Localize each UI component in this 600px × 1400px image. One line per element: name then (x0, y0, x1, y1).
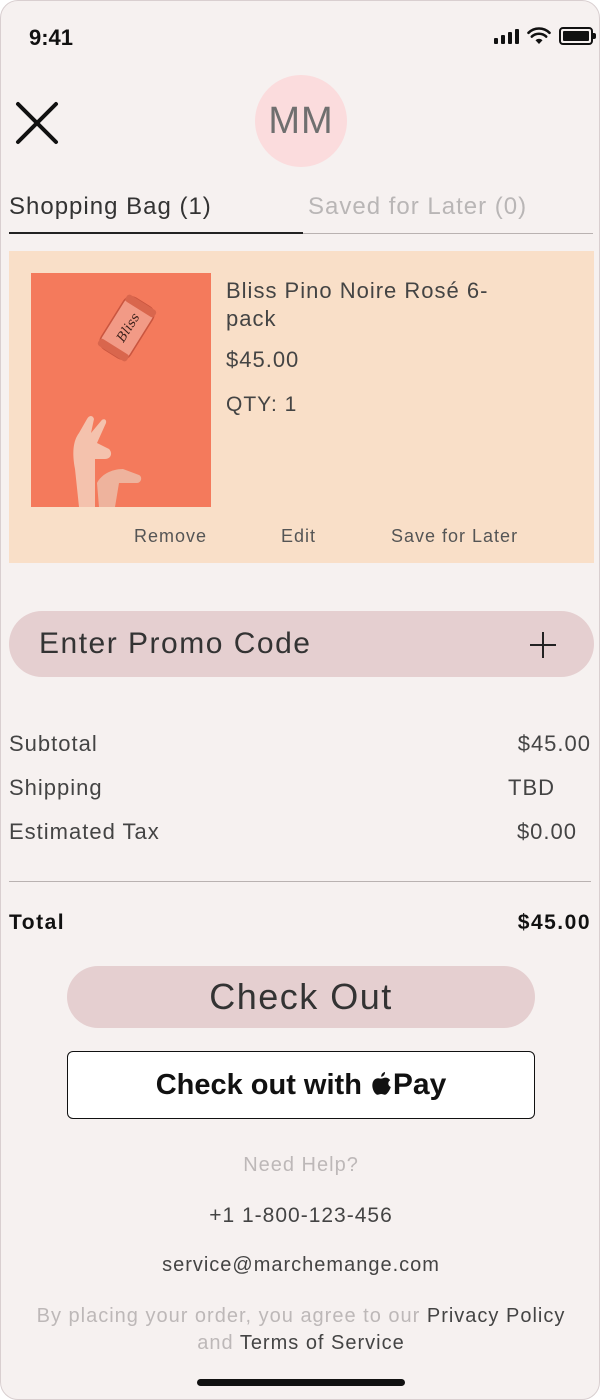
tax-label: Estimated Tax (9, 819, 160, 844)
edit-button[interactable]: Edit (281, 526, 316, 547)
promo-code-field[interactable]: Enter Promo Code (9, 611, 594, 677)
apple-pay-brand: Pay (392, 1068, 447, 1101)
checkout-button[interactable]: Check Out (67, 966, 535, 1028)
support-email-link[interactable]: service@marchemange.com (1, 1254, 599, 1277)
apple-logo-icon (372, 1072, 391, 1095)
product-image[interactable]: Bliss (31, 273, 211, 507)
legal-notice: By placing your order, you agree to our … (1, 1303, 599, 1357)
summary-divider (9, 881, 591, 882)
apple-pay-prefix: Check out with (155, 1068, 362, 1101)
close-icon[interactable] (15, 101, 59, 145)
shipping-value: TBD (508, 775, 555, 800)
avatar-initials: MM (268, 99, 334, 142)
subtotal-value: $45.00 (517, 731, 591, 756)
battery-icon (559, 27, 596, 45)
product-price: $45.00 (226, 347, 300, 372)
terms-of-service-link[interactable]: Terms of Service (240, 1332, 405, 1354)
tab-saved-for-later[interactable]: Saved for Later (0) (308, 193, 527, 221)
plus-icon[interactable] (530, 632, 556, 658)
remove-button[interactable]: Remove (134, 526, 207, 547)
legal-prefix: By placing your order, you agree to our (36, 1305, 421, 1327)
home-indicator[interactable] (197, 1379, 405, 1386)
avatar[interactable]: MM (255, 75, 347, 167)
wifi-icon (527, 27, 551, 44)
cart-item-card: Bliss Bliss Pino Noire Rosé 6-pack $45.0… (9, 251, 594, 563)
apple-pay-button[interactable]: Check out with Pay (67, 1051, 535, 1119)
support-phone-link[interactable]: +1 1-800-123-456 (1, 1204, 599, 1228)
product-name: Bliss Pino Noire Rosé 6-pack (226, 278, 489, 331)
shipping-label: Shipping (9, 775, 103, 800)
tab-shopping-bag[interactable]: Shopping Bag (1) (9, 193, 212, 221)
product-photo: Bliss (31, 273, 211, 507)
save-for-later-button[interactable]: Save for Later (391, 526, 518, 547)
cellular-signal-icon (494, 28, 519, 44)
subtotal-label: Subtotal (9, 731, 98, 756)
need-help-heading: Need Help? (243, 1154, 359, 1176)
privacy-policy-link[interactable]: Privacy Policy (427, 1305, 565, 1327)
status-time: 9:41 (29, 25, 74, 50)
total-value: $45.00 (517, 911, 591, 934)
status-icons (494, 27, 596, 45)
active-tab-indicator (9, 232, 303, 234)
phone-screen: 9:41 MM Shopping Bag (1) Saved for Later… (0, 0, 600, 1400)
total-label: Total (9, 911, 66, 934)
product-quantity: QTY: 1 (226, 393, 298, 416)
promo-code-label: Enter Promo Code (39, 627, 312, 660)
legal-and: and (197, 1332, 234, 1354)
tax-value: $0.00 (516, 819, 577, 844)
